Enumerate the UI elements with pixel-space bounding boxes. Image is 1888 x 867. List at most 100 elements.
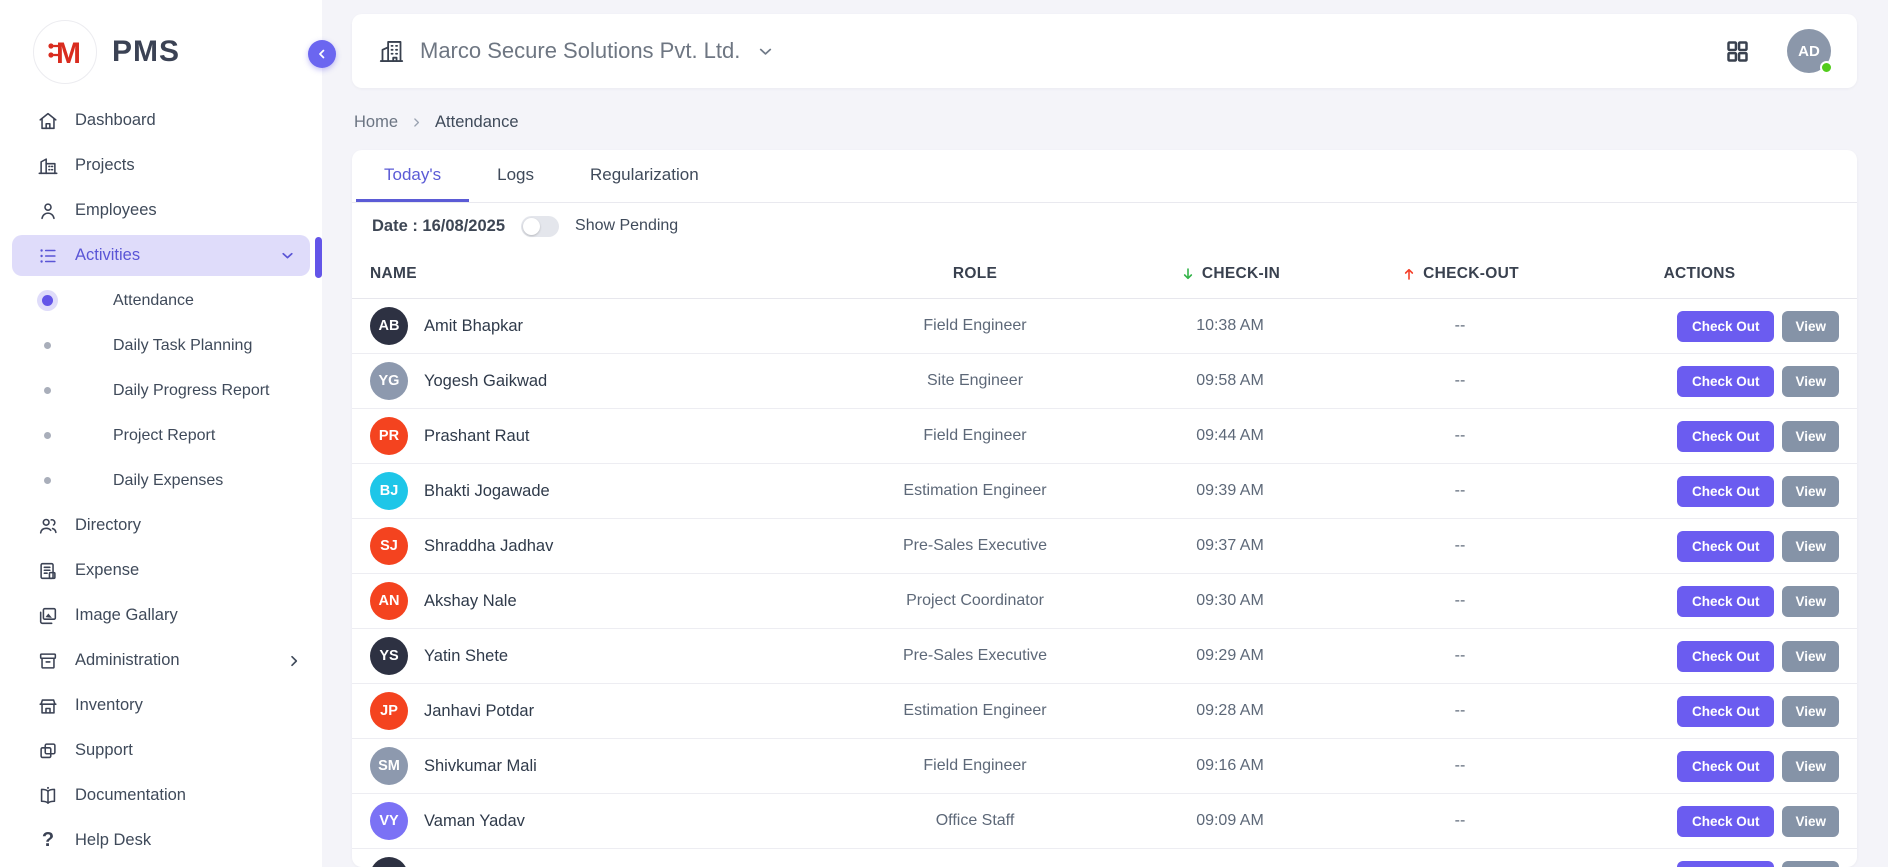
chevron-left-icon — [315, 47, 329, 61]
employee-role: Pre-Sales Executive — [850, 537, 1100, 555]
bullet-icon — [44, 432, 51, 439]
check-out-button[interactable]: Check Out — [1677, 311, 1775, 342]
sidebar-item-administration[interactable]: Administration — [0, 638, 322, 683]
view-button[interactable]: View — [1782, 696, 1839, 727]
logo-m-icon: M — [33, 20, 97, 84]
sidebar-item-label: Directory — [75, 516, 302, 535]
attendance-card: Today's Logs Regularization Date : 16/08… — [352, 150, 1857, 867]
image-icon — [37, 605, 59, 627]
book-icon — [37, 785, 59, 807]
sidebar-item-projects[interactable]: Projects — [0, 143, 322, 188]
view-button[interactable]: View — [1782, 421, 1839, 452]
sidebar-subitem-daily-expenses[interactable]: Daily Expenses — [0, 458, 322, 503]
check-out-button[interactable]: Check Out — [1677, 641, 1775, 672]
sidebar-item-image-gallary[interactable]: Image Gallary — [0, 593, 322, 638]
employee-name: Janhavi Potdar — [424, 702, 534, 721]
employee-name: Shraddha Jadhav — [424, 537, 553, 556]
column-header-check-in[interactable]: CHECK-IN — [1100, 265, 1360, 283]
check-out-button[interactable]: Check Out — [1677, 696, 1775, 727]
sidebar-subitem-label: Daily Progress Report — [113, 382, 270, 400]
column-header-actions: ACTIONS — [1560, 265, 1839, 283]
filter-row: Date : 16/08/2025 Show Pending — [352, 203, 1857, 249]
sidebar-item-label: Image Gallary — [75, 606, 302, 625]
view-button[interactable]: View — [1782, 366, 1839, 397]
sidebar-item-expense[interactable]: Expense — [0, 548, 322, 593]
apps-grid-icon[interactable] — [1724, 38, 1751, 65]
office-building-icon — [378, 38, 405, 65]
view-button[interactable]: View — [1782, 311, 1839, 342]
table-row: Check Out View — [352, 849, 1857, 867]
table-row: SJShraddha JadhavPre-Sales Executive09:3… — [352, 519, 1857, 574]
tab-logs[interactable]: Logs — [469, 150, 562, 202]
view-button[interactable]: View — [1782, 476, 1839, 507]
avatar: YG — [370, 362, 408, 400]
sidebar-subitem-attendance[interactable]: Attendance — [0, 278, 322, 323]
view-button[interactable]: View — [1782, 806, 1839, 837]
check-out-button[interactable]: Check Out — [1677, 751, 1775, 782]
sidebar-subitem-daily-progress-report[interactable]: Daily Progress Report — [0, 368, 322, 413]
check-in-time: 09:29 AM — [1100, 647, 1360, 665]
online-status-dot — [1820, 61, 1833, 74]
list-icon — [37, 245, 59, 267]
view-button[interactable]: View — [1782, 751, 1839, 782]
sidebar: M PMS Dashboard Projects EmployeesActiviti… — [0, 0, 322, 867]
receipt-icon — [37, 560, 59, 582]
employee-name: Akshay Nale — [424, 592, 517, 611]
logo: M PMS — [0, 0, 322, 84]
sidebar-item-dashboard[interactable]: Dashboard — [0, 98, 322, 143]
employee-name: Shivkumar Mali — [424, 757, 537, 776]
check-out-button[interactable]: Check Out — [1677, 806, 1775, 837]
breadcrumb-home[interactable]: Home — [354, 113, 398, 132]
sidebar-item-inventory[interactable]: Inventory — [0, 683, 322, 728]
svg-text:M: M — [56, 37, 81, 70]
sidebar-item-employees[interactable]: Employees — [0, 188, 322, 233]
sidebar-item-help-desk[interactable]: ?Help Desk — [0, 818, 322, 863]
check-out-time: -- — [1360, 427, 1560, 445]
sidebar-subitem-daily-task-planning[interactable]: Daily Task Planning — [0, 323, 322, 368]
chevron-down-icon — [279, 247, 296, 264]
check-out-time: -- — [1360, 812, 1560, 830]
table-row: YGYogesh GaikwadSite Engineer09:58 AM--C… — [352, 354, 1857, 409]
sidebar-item-label: Inventory — [75, 696, 302, 715]
avatar: VY — [370, 802, 408, 840]
arrow-up-icon — [1401, 266, 1417, 282]
sidebar-item-activities[interactable]: Activities — [12, 235, 310, 276]
show-pending-toggle[interactable] — [521, 216, 559, 237]
sidebar-item-documentation[interactable]: Documentation — [0, 773, 322, 818]
app-title: PMS — [112, 35, 180, 69]
avatar — [370, 857, 408, 867]
check-out-button[interactable]: Check Out — [1677, 531, 1775, 562]
user-avatar[interactable]: AD — [1787, 29, 1831, 73]
date-label: Date : 16/08/2025 — [372, 217, 505, 236]
sidebar-item-label: Projects — [75, 156, 302, 175]
view-button[interactable]: View — [1782, 641, 1839, 672]
copy-icon — [37, 740, 59, 762]
toggle-knob — [523, 218, 540, 235]
view-button[interactable]: View — [1782, 586, 1839, 617]
company-selector[interactable]: Marco Secure Solutions Pvt. Ltd. — [378, 38, 775, 65]
check-in-time: 09:30 AM — [1100, 592, 1360, 610]
sidebar-item-support[interactable]: Support — [0, 728, 322, 773]
check-out-button[interactable]: Check Out — [1677, 861, 1775, 867]
check-out-time: -- — [1360, 592, 1560, 610]
avatar: AN — [370, 582, 408, 620]
view-button[interactable]: View — [1782, 531, 1839, 562]
sidebar-collapse-button[interactable] — [308, 40, 336, 68]
employee-name: Amit Bhapkar — [424, 317, 523, 336]
table-header-row: NAME ROLE CHECK-IN CHECK-OUT ACTIONS — [352, 249, 1857, 299]
sidebar-subitem-project-report[interactable]: Project Report — [0, 413, 322, 458]
tab-regularization[interactable]: Regularization — [562, 150, 727, 202]
employee-role: Estimation Engineer — [850, 482, 1100, 500]
check-out-button[interactable]: Check Out — [1677, 421, 1775, 452]
check-out-button[interactable]: Check Out — [1677, 586, 1775, 617]
view-button[interactable]: View — [1782, 861, 1839, 867]
column-header-check-out[interactable]: CHECK-OUT — [1360, 265, 1560, 283]
employee-role: Pre-Sales Executive — [850, 647, 1100, 665]
check-out-button[interactable]: Check Out — [1677, 476, 1775, 507]
check-out-button[interactable]: Check Out — [1677, 366, 1775, 397]
home-icon — [37, 110, 59, 132]
table-row: SMShivkumar MaliField Engineer09:16 AM--… — [352, 739, 1857, 794]
employee-role: Project Coordinator — [850, 592, 1100, 610]
sidebar-item-directory[interactable]: Directory — [0, 503, 322, 548]
tab-todays[interactable]: Today's — [356, 150, 469, 202]
